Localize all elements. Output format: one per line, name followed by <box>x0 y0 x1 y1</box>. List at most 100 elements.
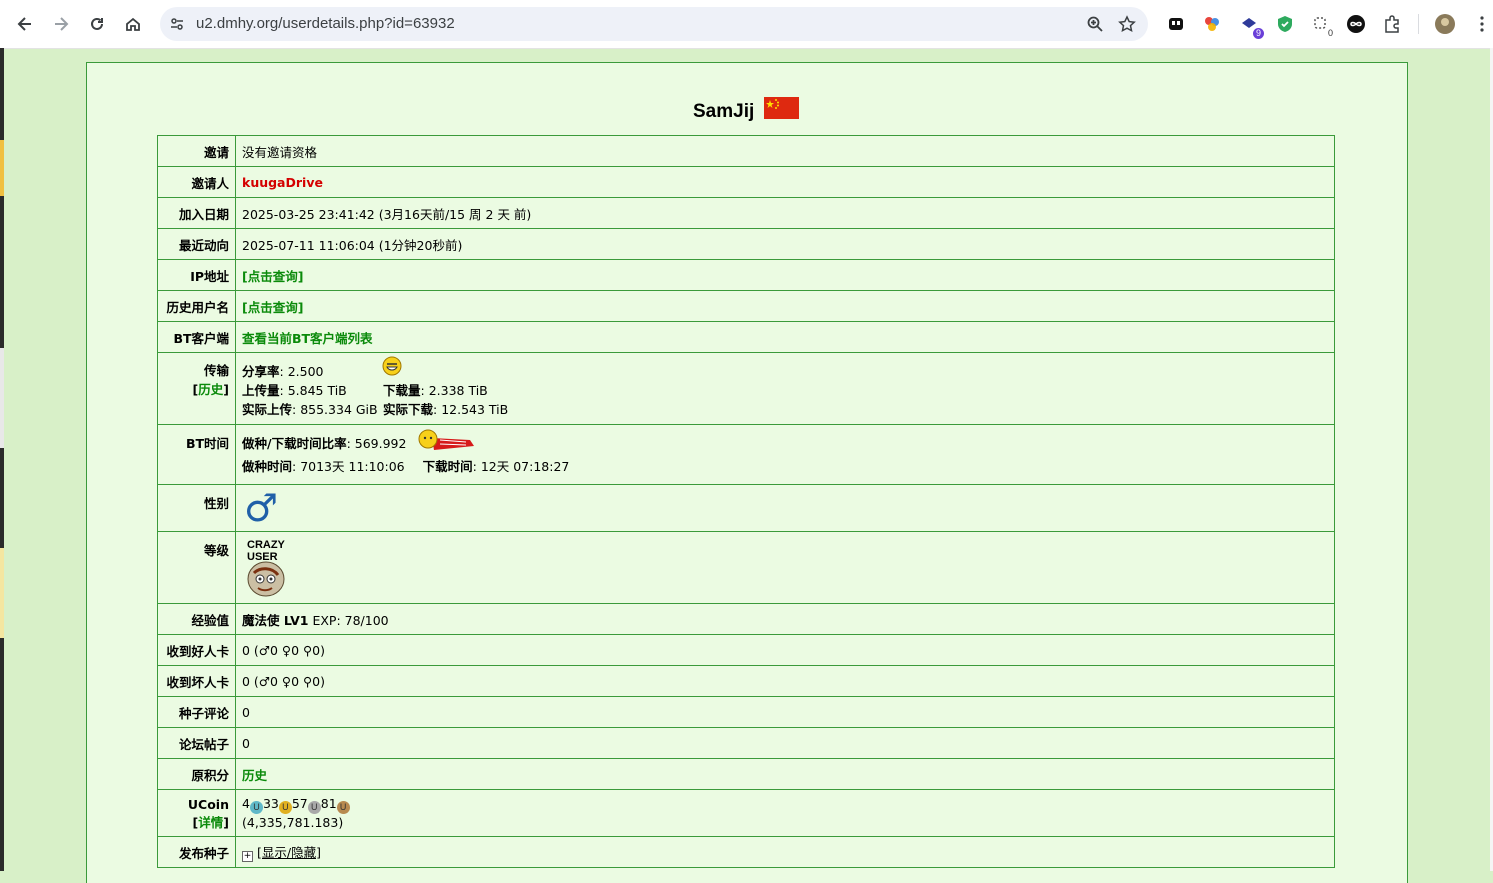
toggle-uploads-link[interactable]: [显示/隐藏] <box>257 845 321 860</box>
row-good-cards: 收到好人卡 0 (♂0 ♀0 ⚲0) <box>157 634 1335 666</box>
extension-5-badge: 0 <box>1325 28 1336 39</box>
leech-time-value: : 12天 07:18:27 <box>472 458 570 474</box>
smiley-face-icon <box>382 356 402 376</box>
toolbar-divider <box>1418 14 1419 34</box>
history-names-query-link[interactable]: [点击查询] <box>242 300 303 315</box>
browser-toolbar: u2.dmhy.org/userdetails.php?id=63932 9 0 <box>0 0 1493 49</box>
ucoin-gold-count: 4 <box>242 795 250 811</box>
row-ucoin: UCoin [详情] 4 U 33 U 57 U 81 U (4,335,781.183) <box>157 789 1335 837</box>
forward-button[interactable] <box>49 12 73 36</box>
downloaded-value: : 2.338 TiB <box>420 383 488 398</box>
label-ucoin: UCoin [详情] <box>157 789 236 837</box>
seed-ratio-label: 做种/下载时间比率 <box>242 435 347 451</box>
uploaded-value: : 5.845 TiB <box>279 383 347 398</box>
male-symbol-icon: ♂ <box>244 486 279 530</box>
flying-smiley-icon <box>418 429 474 450</box>
value-transfer: 分享率: 2.500 上传量: 5.845 TiB 下载量: 2.338 TiB … <box>235 352 1335 425</box>
exp-value: EXP: 78/100 <box>312 612 389 628</box>
ucoin-silver-count: 33 <box>262 795 279 811</box>
label-original-points: 原积分 <box>157 758 236 790</box>
zoom-icon[interactable] <box>1086 15 1104 33</box>
back-button[interactable] <box>13 12 37 36</box>
site-settings-icon[interactable] <box>168 15 186 33</box>
label-ip: IP地址 <box>157 259 236 291</box>
seed-ratio-value: : 569.992 <box>346 435 407 451</box>
value-joined: 2025-03-25 23:41:42 (3月16天前/15 周 2 天 前) <box>235 197 1335 229</box>
ip-query-link[interactable]: [点击查询] <box>242 269 303 284</box>
extension-3-badge: 9 <box>1253 28 1264 39</box>
home-button[interactable] <box>121 12 145 36</box>
ucoin-total: (4,335,781.183) <box>242 814 344 830</box>
exp-title: 魔法使 LV1 <box>242 612 309 628</box>
ucoin-bronze-count: 81 <box>320 795 337 811</box>
row-joined: 加入日期 2025-03-25 23:41:42 (3月16天前/15 周 2 … <box>157 197 1335 229</box>
label-invite: 邀请 <box>157 135 236 167</box>
leech-time-label: 下载时间 <box>422 458 473 474</box>
china-flag-icon <box>764 97 799 119</box>
extension-5-icon[interactable]: 0 <box>1311 14 1336 39</box>
browser-menu-icon[interactable] <box>1472 14 1492 34</box>
label-class: 等级 <box>157 531 236 604</box>
extension-shield-icon[interactable] <box>1275 14 1295 34</box>
ratio-label: 分享率 <box>242 364 280 379</box>
original-points-history-link[interactable]: 历史 <box>242 768 267 783</box>
ucoin-detail-link[interactable]: 详情 <box>198 815 223 830</box>
real-upload-label: 实际上传 <box>242 402 293 417</box>
reload-button[interactable] <box>85 12 109 36</box>
row-class: 等级 CRAZY USER <box>157 531 1335 604</box>
row-inviter: 邀请人 kuugaDrive <box>157 166 1335 198</box>
value-ucoin: 4 U 33 U 57 U 81 U (4,335,781.183) <box>235 789 1335 837</box>
seed-time-label: 做种时间 <box>242 458 293 474</box>
row-transfer: 传输 [历史] 分享率: 2.500 上传量: 5.845 TiB 下载量: 2.… <box>157 352 1335 425</box>
crazy-user-badge: CRAZY USER <box>242 537 292 599</box>
expand-plus-icon[interactable]: + <box>242 851 253 862</box>
back-arrow-icon <box>17 17 31 31</box>
value-good-cards: 0 (♂0 ♀0 ⚲0) <box>235 634 1335 666</box>
value-torrent-comments: 0 <box>235 696 1335 728</box>
value-uploads: + [显示/隐藏] <box>235 836 1335 868</box>
ucoin-cyan-icon: U <box>249 800 263 814</box>
row-bad-cards: 收到坏人卡 0 (♂0 ♀0 ⚲0) <box>157 665 1335 697</box>
extension-1-icon[interactable] <box>1166 14 1186 34</box>
row-bt-time: BT时间 做种/下载时间比率: 569.992 做种时间: 7013天 11:1… <box>157 424 1335 485</box>
ratio-value: : 2.500 <box>279 364 324 379</box>
url-text[interactable]: u2.dmhy.org/userdetails.php?id=63932 <box>196 15 455 32</box>
label-uploads: 发布种子 <box>157 836 236 868</box>
transfer-history-link[interactable]: 历史 <box>198 382 223 397</box>
transfer-label: 传输 <box>203 363 229 378</box>
row-last-seen: 最近动向 2025-07-11 11:06:04 (1分钟20秒前) <box>157 228 1335 260</box>
badge-line-1: CRAZY <box>247 538 285 551</box>
value-invite: 没有邀请资格 <box>235 135 1335 167</box>
label-gender: 性别 <box>157 484 236 532</box>
row-uploads: 发布种子 + [显示/隐藏] <box>157 836 1335 868</box>
label-joined: 加入日期 <box>157 197 236 229</box>
value-bt-time: 做种/下载时间比率: 569.992 做种时间: 7013天 11:10:06 下… <box>235 424 1335 485</box>
row-gender: 性别 ♂ <box>157 484 1335 532</box>
row-invite: 邀请 没有邀请资格 <box>157 135 1335 167</box>
bookmark-star-icon[interactable] <box>1118 15 1136 33</box>
profile-avatar[interactable] <box>1435 14 1455 34</box>
real-upload-value: : 855.334 GiB <box>292 402 378 417</box>
label-bt-client: BT客户端 <box>157 321 236 353</box>
reload-icon <box>91 17 103 30</box>
label-good-cards: 收到好人卡 <box>157 634 236 666</box>
extension-2-icon[interactable] <box>1202 14 1222 34</box>
row-original-points: 原积分 历史 <box>157 758 1335 790</box>
ucoin-copper-icon: U <box>336 800 350 814</box>
value-class: CRAZY USER <box>235 531 1335 604</box>
value-exp: 魔法使 LV1 EXP: 78/100 <box>235 603 1335 635</box>
address-bar[interactable]: u2.dmhy.org/userdetails.php?id=63932 <box>160 7 1148 41</box>
ucoin-gold-icon: U <box>278 800 292 814</box>
extension-3-icon[interactable]: 9 <box>1239 14 1264 39</box>
ucoin-silver-icon: U <box>307 800 321 814</box>
extension-infinity-icon[interactable] <box>1346 14 1366 34</box>
bt-client-list-link[interactable]: 查看当前BT客户端列表 <box>242 331 373 346</box>
inviter-link[interactable]: kuugaDrive <box>242 175 323 190</box>
user-details-table: 邀请 没有邀请资格 邀请人 kuugaDrive 加入日期 2025-03-25… <box>157 135 1335 868</box>
extensions-puzzle-icon[interactable] <box>1382 14 1402 34</box>
real-download-value: : 12.543 TiB <box>433 402 509 417</box>
label-history-names: 历史用户名 <box>157 290 236 322</box>
ucoin-copper-count: 57 <box>291 795 308 811</box>
label-bt-time: BT时间 <box>157 424 236 485</box>
crazy-user-badge-icon <box>247 561 285 596</box>
